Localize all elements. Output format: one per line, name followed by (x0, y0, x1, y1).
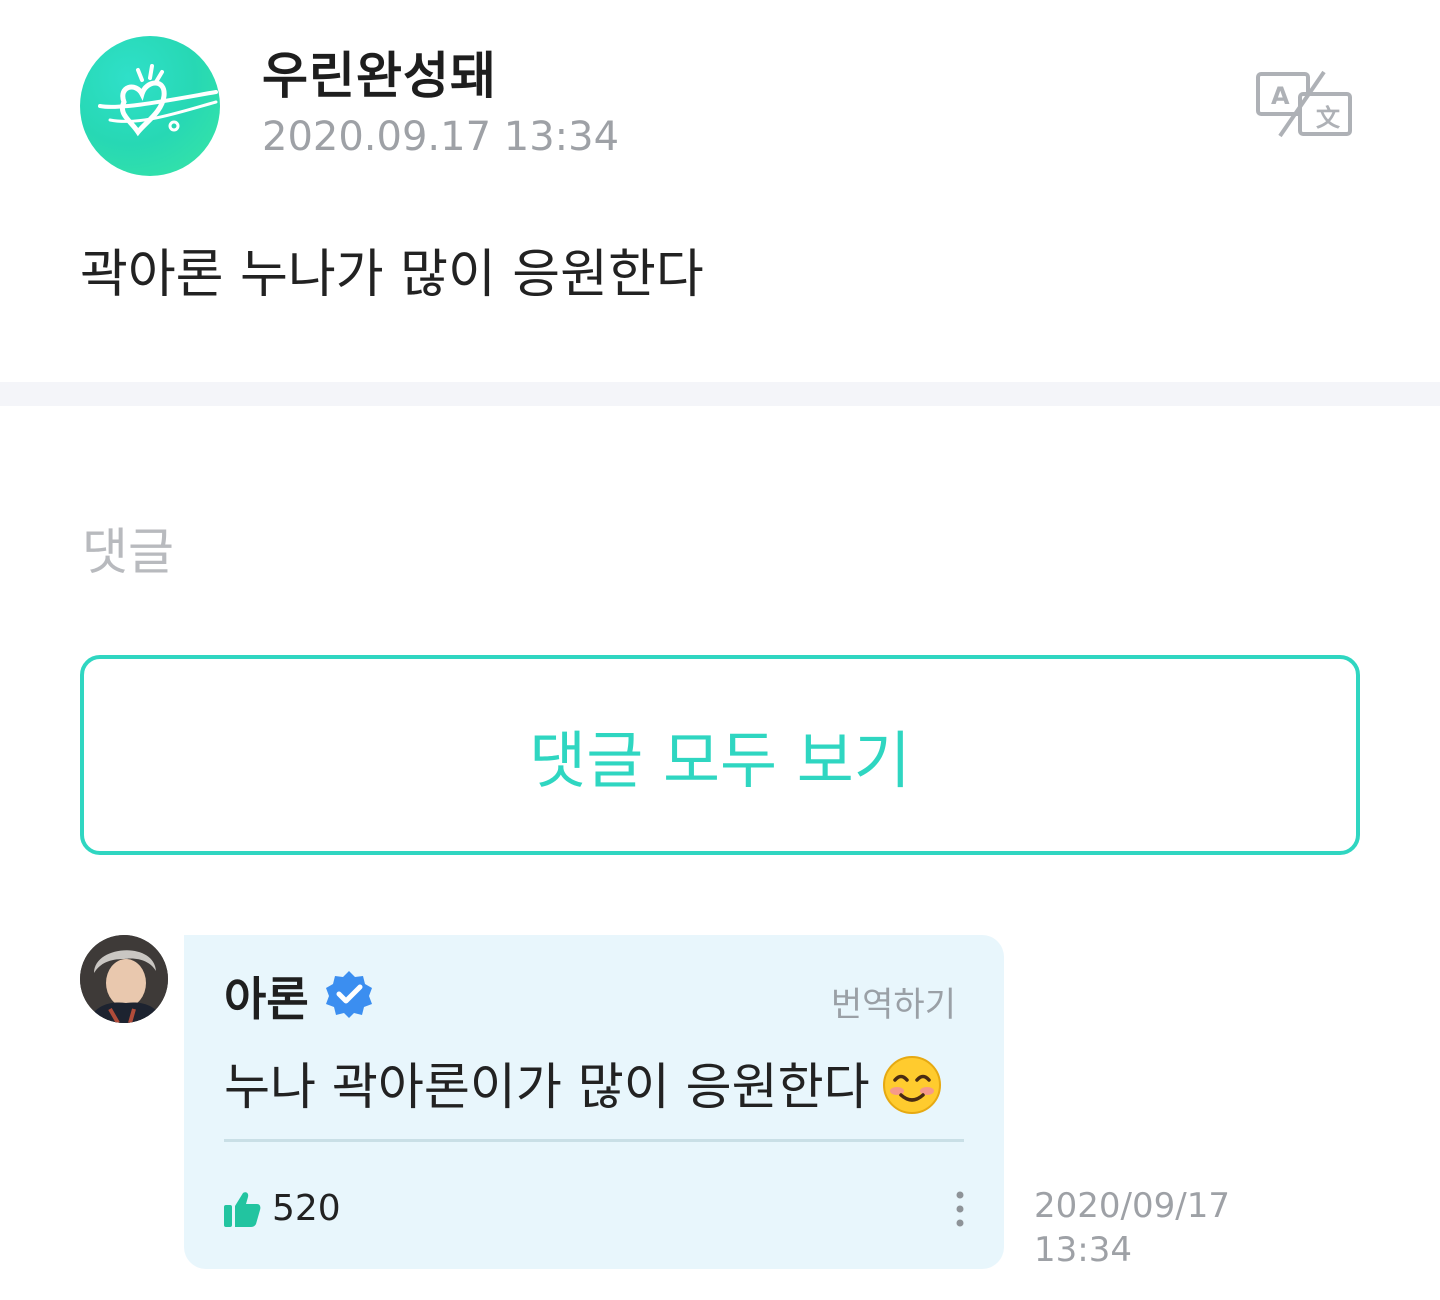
section-divider (0, 382, 1440, 406)
like-count: 520 (272, 1188, 341, 1229)
comment-text-content: 누나 곽아론이가 많이 응원한다 (224, 1058, 870, 1116)
svg-text:文: 文 (1316, 104, 1341, 132)
comments-title: 댓글 (82, 523, 174, 581)
signature-logo-icon (98, 64, 218, 137)
translate-icon[interactable]: A 文 (1254, 70, 1354, 140)
verified-badge-icon (324, 969, 374, 1019)
post-body: 곽아론 누나가 많이 응원한다 (80, 245, 704, 305)
svg-text:A: A (1271, 82, 1290, 110)
comment-date-time: 13:34 (1034, 1230, 1132, 1270)
view-all-comments-button[interactable]: 댓글 모두 보기 (80, 655, 1360, 855)
smiling-face-emoji-icon (882, 1055, 942, 1115)
more-options-icon[interactable] (950, 1187, 970, 1231)
commenter-name[interactable]: 아론 (224, 963, 309, 1029)
translate-comment-link[interactable]: 번역하기 (831, 977, 956, 1026)
comment-divider (224, 1139, 964, 1142)
post-date: 2020.09.17 13:34 (262, 114, 620, 160)
comment-card: 아론 번역하기 누나 곽아론이가 많이 응원한다 520 (184, 935, 1004, 1269)
author-name[interactable]: 우린완성돼 (262, 36, 497, 108)
post-header: 우린완성돼 2020.09.17 13:34 A 文 (0, 0, 1440, 190)
comment-date-day: 2020/09/17 (1034, 1186, 1230, 1226)
commenter-avatar[interactable] (80, 935, 168, 1023)
author-avatar[interactable] (80, 36, 220, 176)
comment-text: 누나 곽아론이가 많이 응원한다 (224, 1047, 942, 1121)
thumbs-up-icon[interactable] (222, 1189, 262, 1229)
comment-date: 2020/09/17 13:34 (1034, 1184, 1254, 1272)
